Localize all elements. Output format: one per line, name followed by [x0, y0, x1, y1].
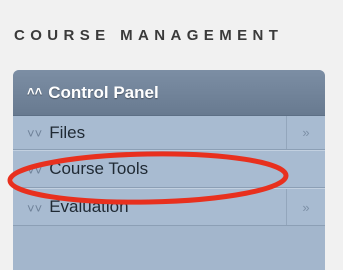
double-chevron-down-icon: ˅˅ [27, 162, 43, 178]
control-panel-header-label: Control Panel [48, 82, 159, 102]
double-chevron-down-icon: ˅˅ [27, 200, 43, 216]
control-panel-item-label: Files [49, 122, 86, 142]
double-chevron-right-icon[interactable]: » [286, 116, 325, 149]
control-panel-item-label: Course Tools [49, 159, 149, 178]
double-chevron-up-icon: ˄˄ [27, 84, 43, 99]
section-title: COURSE MANAGEMENT [14, 27, 284, 44]
control-panel-item-evaluation[interactable]: ˅˅ Evaluation » [13, 188, 325, 226]
double-chevron-down-icon: ˅˅ [27, 126, 43, 141]
control-panel-item-files[interactable]: ˅˅ Files » [13, 116, 325, 150]
control-panel-item-label: Evaluation [49, 197, 129, 216]
control-panel: ˄˄ Control Panel ˅˅ Files » ˅˅ Course To… [13, 70, 325, 270]
double-chevron-right-icon[interactable]: » [286, 189, 325, 225]
control-panel-item-course-tools[interactable]: ˅˅ Course Tools [13, 150, 325, 188]
control-panel-header[interactable]: ˄˄ Control Panel [13, 70, 325, 116]
